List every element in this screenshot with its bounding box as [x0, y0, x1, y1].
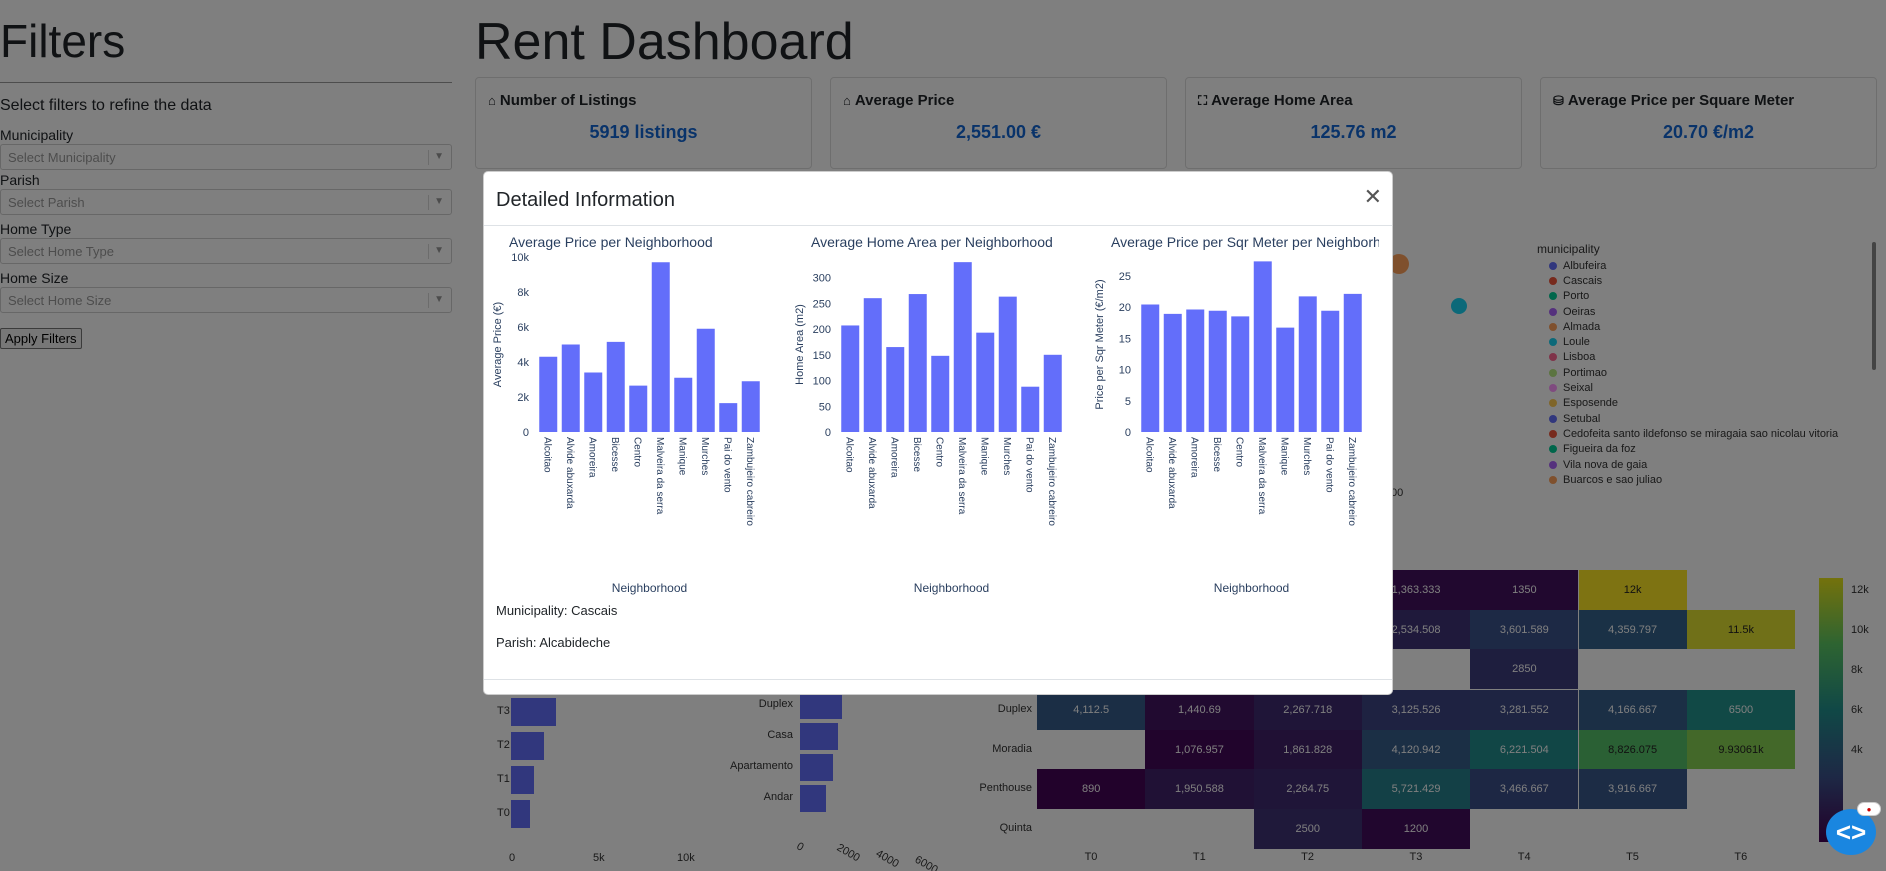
y-tick-label: 300 [813, 273, 831, 285]
y-tick-label: 250 [813, 298, 831, 310]
x-tick-label: Alvide abuxarda [866, 437, 877, 509]
x-tick-label: Zambujeiro cabreiro [1046, 437, 1057, 526]
bar[interactable] [931, 355, 950, 432]
x-tick-label: Pai do vento [1323, 437, 1334, 493]
x-tick-label: Alcoitao [1143, 437, 1154, 473]
modal-header: Detailed Information ✕ [484, 172, 1392, 226]
x-tick-label: Manique [1278, 437, 1289, 476]
x-tick-label: Bicesse [1211, 437, 1222, 472]
y-tick-label: 5 [1125, 396, 1131, 408]
scrollbar[interactable] [1872, 242, 1876, 370]
y-tick-label: 200 [813, 324, 831, 336]
x-axis-label: Neighborhood [1214, 581, 1289, 595]
y-tick-label: 20 [1119, 302, 1131, 314]
chart-title: Average Price per Sqr Meter per Neighbor… [1111, 234, 1392, 250]
bar[interactable] [1276, 327, 1295, 432]
x-tick-label: Alvide abuxarda [564, 437, 575, 509]
x-tick-label: Centro [1233, 437, 1244, 467]
bar[interactable] [998, 296, 1017, 432]
y-tick-label: 100 [813, 376, 831, 388]
bar[interactable] [1208, 310, 1227, 432]
bar[interactable] [841, 325, 860, 432]
notification-badge: ● [1857, 802, 1881, 816]
x-tick-label: Manique [676, 437, 687, 476]
bar[interactable] [606, 341, 625, 432]
y-tick-label: 0 [523, 427, 529, 439]
x-tick-label: Zambujeiro cabreiro [744, 437, 755, 526]
y-tick-label: 2k [517, 392, 529, 404]
modal-title: Detailed Information [496, 189, 675, 211]
bar[interactable] [674, 377, 693, 432]
y-tick-label: 15 [1119, 333, 1131, 345]
bar[interactable] [1343, 293, 1362, 432]
bar[interactable] [1321, 310, 1340, 432]
bar[interactable] [719, 403, 738, 432]
x-tick-label: Murches [699, 437, 710, 475]
y-tick-label: 0 [1125, 427, 1131, 439]
bar[interactable] [584, 372, 603, 433]
x-tick-label: Bicesse [911, 437, 922, 472]
x-axis-label: Neighborhood [914, 581, 989, 595]
y-tick-label: 10k [511, 252, 529, 264]
x-tick-label: Centro [933, 437, 944, 467]
x-tick-label: Pai do vento [721, 437, 732, 493]
x-tick-label: Manique [978, 437, 989, 476]
x-tick-label: Bicesse [609, 437, 620, 472]
y-tick-label: 25 [1119, 271, 1131, 283]
municipality-info: Municipality: Cascais [496, 603, 618, 618]
close-icon[interactable]: ✕ [1364, 186, 1382, 208]
x-tick-label: Murches [1001, 437, 1012, 475]
bar[interactable] [561, 344, 580, 433]
bar[interactable] [908, 294, 927, 432]
bar[interactable] [1186, 309, 1205, 433]
x-tick-label: Pai do vento [1023, 437, 1034, 493]
y-tick-label: 8k [517, 287, 529, 299]
bar[interactable] [1043, 354, 1062, 432]
bar[interactable] [976, 332, 995, 432]
y-tick-label: 50 [819, 401, 831, 413]
x-tick-label: Alcoitao [541, 437, 552, 473]
chart-title: Average Home Area per Neighborhood [811, 234, 1053, 250]
x-tick-label: Murches [1301, 437, 1312, 475]
x-axis-label: Neighborhood [612, 581, 687, 595]
bar[interactable] [629, 385, 648, 432]
y-tick-label: 6k [517, 322, 529, 334]
bar[interactable] [539, 356, 558, 432]
parish-info: Parish: Alcabideche [496, 635, 611, 650]
x-tick-label: Malveira da serra [1256, 437, 1267, 515]
y-tick-label: 4k [517, 357, 529, 369]
detail-modal: Detailed Information ✕ Average Price per… [483, 171, 1393, 695]
chart-title: Average Price per Neighborhood [509, 234, 713, 250]
x-tick-label: Malveira da serra [654, 437, 665, 515]
x-tick-label: Amoreira [888, 437, 899, 478]
x-tick-label: Alvide abuxarda [1166, 437, 1177, 509]
bar[interactable] [696, 328, 715, 432]
bar[interactable] [1231, 316, 1250, 432]
bar[interactable] [741, 381, 760, 432]
y-axis-label: Home Area (m2) [794, 304, 806, 385]
x-tick-label: Alcoitao [843, 437, 854, 473]
x-tick-label: Malveira da serra [956, 437, 967, 515]
modal-footer [484, 679, 1392, 680]
modal-charts: Average Price per Neighborhood 0 2k 4k 6k 8k 1… [492, 234, 1392, 595]
bar[interactable] [863, 298, 882, 432]
bar[interactable] [1141, 304, 1160, 433]
bar[interactable] [651, 262, 670, 432]
y-axis-label: Average Price (€) [492, 302, 504, 387]
y-tick-label: 150 [813, 350, 831, 362]
y-axis-label: Price per Sqr Meter (€/m2) [1094, 279, 1106, 409]
x-tick-label: Centro [631, 437, 642, 467]
x-tick-label: Amoreira [586, 437, 597, 478]
x-tick-label: Amoreira [1188, 437, 1199, 478]
y-tick-label: 10 [1119, 365, 1131, 377]
code-icon: <> [1835, 816, 1867, 847]
x-tick-label: Zambujeiro cabreiro [1346, 437, 1357, 526]
y-tick-label: 0 [825, 427, 831, 439]
bar[interactable] [953, 262, 972, 432]
bar[interactable] [1298, 296, 1317, 432]
bar[interactable] [886, 347, 905, 432]
bar[interactable] [1021, 386, 1040, 432]
bar[interactable] [1253, 261, 1272, 432]
bar[interactable] [1163, 313, 1182, 432]
